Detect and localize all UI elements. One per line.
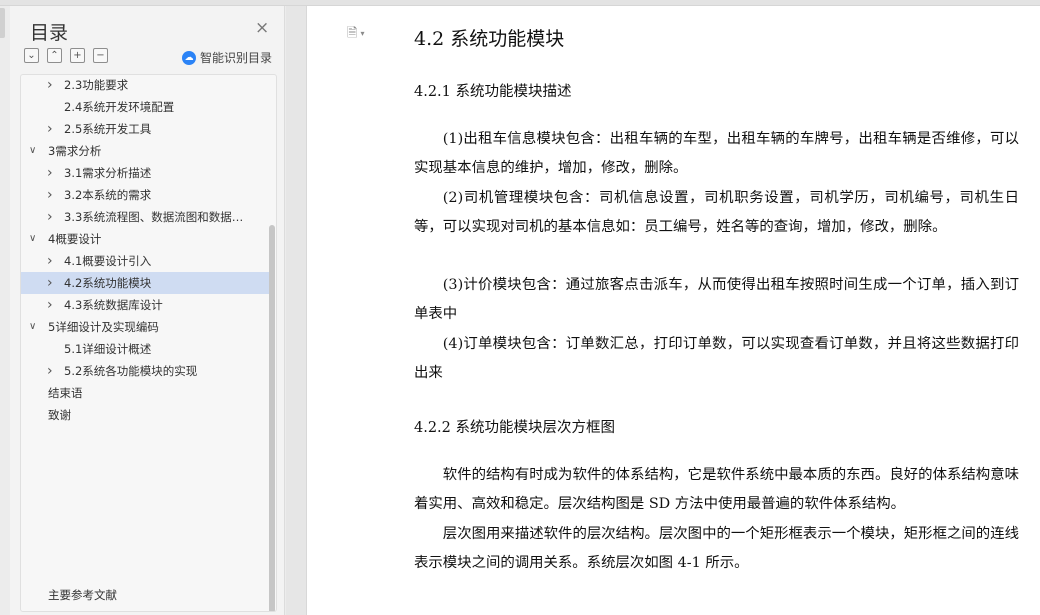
document-page: 🗎 ▾ 4.2 系统功能模块 4.2.1 系统功能模块描述 (1)出租车信息模块包… [306, 6, 1040, 615]
toc-item[interactable]: › 2.5系统开发工具 [21, 118, 269, 140]
toc-toolbar: ⌄ ⌃ + − [24, 48, 108, 64]
subsection-heading-1: 4.2.1 系统功能模块描述 [414, 84, 572, 100]
smart-toc-button[interactable]: ☁ 智能识别目录 [182, 49, 272, 66]
toc-item[interactable]: ∨ 4概要设计 [21, 228, 269, 250]
collapse-all-button[interactable]: ⌄ [24, 48, 39, 63]
toc-item[interactable]: 致谢 [21, 404, 269, 426]
sidebar-title: 目录 [30, 22, 69, 44]
toc-item-label: 3.1需求分析描述 [64, 166, 152, 180]
toc-item[interactable]: 5.1详细设计概述 [21, 338, 269, 360]
paragraph-6: 层次图用来描述软件的层次结构。层次图中的一个矩形框表示一个模块，矩形框之间的连线… [414, 526, 1019, 571]
toc-item-label: 5详细设计及实现编码 [48, 320, 159, 334]
toc-tree: › 2.3功能要求 2.4系统开发环境配置 › 2.5系统开发工具 ∨ 3需求分析 › 3.1需… [20, 74, 277, 612]
toc-item-label: 4.3系统数据库设计 [64, 298, 163, 312]
toc-item-label: 2.5系统开发工具 [64, 122, 152, 136]
toc-item[interactable]: 2.4系统开发环境配置 [21, 96, 269, 118]
toc-item[interactable]: › 3.1需求分析描述 [21, 162, 269, 184]
chevron-right-icon[interactable]: › [47, 184, 53, 206]
toc-item[interactable]: › 4.2系统功能模块 [21, 272, 269, 294]
remove-heading-button[interactable]: − [93, 48, 108, 63]
paragraph-3: (3)计价模块包含：通过旅客点击派车，从而使得出租车按照时间生成一个订单，插入到… [414, 277, 1019, 322]
chevron-right-icon[interactable]: › [47, 162, 53, 184]
chevron-right-icon[interactable]: › [47, 272, 53, 294]
toc-item[interactable]: › 4.1概要设计引入 [21, 250, 269, 272]
paragraph-5: 软件的结构有时成为软件的体系结构，它是软件系统中最本质的东西。良好的体系结构意味… [414, 467, 1019, 512]
toc-item-label: 3.3系统流程图、数据流图和数据… [64, 210, 244, 224]
toc-item-label: 5.1详细设计概述 [64, 342, 152, 356]
toc-sidebar: 目录 × ⌄ ⌃ + − ☁ 智能识别目录 › 2.3功能要求 2.4系统开发环境配… [10, 6, 285, 615]
toc-item[interactable]: › 4.3系统数据库设计 [21, 294, 269, 316]
page-gutter [286, 6, 306, 615]
chevron-right-icon[interactable]: › [47, 118, 53, 140]
paragraph-2: (2)司机管理模块包含：司机信息设置，司机职务设置，司机学历，司机编号，司机生日… [414, 190, 1019, 235]
toc-item[interactable]: › 5.2系统各功能模块的实现 [21, 360, 269, 382]
subsection-heading-2: 4.2.2 系统功能模块层次方框图 [414, 420, 616, 436]
toc-item[interactable]: ∨ 5详细设计及实现编码 [21, 316, 269, 338]
toc-list: › 2.3功能要求 2.4系统开发环境配置 › 2.5系统开发工具 ∨ 3需求分析 › 3.1需… [21, 75, 269, 426]
toc-item-label: 结束语 [48, 386, 83, 400]
section-heading: 4.2 系统功能模块 [414, 28, 565, 50]
toc-item-label: 4.2系统功能模块 [64, 276, 152, 290]
toc-item-label: 致谢 [48, 408, 71, 422]
toc-item-label: 2.3功能要求 [64, 78, 129, 92]
toc-item-label: 4概要设计 [48, 232, 102, 246]
chevron-right-icon[interactable]: › [47, 294, 53, 316]
add-heading-button[interactable]: + [70, 48, 85, 63]
toc-item-label: 4.1概要设计引入 [64, 254, 152, 268]
document-icon[interactable]: 🗎 ▾ [347, 24, 364, 46]
chevron-down-icon[interactable]: ∨ [29, 140, 36, 162]
chevron-down-icon[interactable]: ∨ [29, 316, 36, 338]
chevron-right-icon[interactable]: › [47, 206, 53, 228]
ai-cloud-icon: ☁ [182, 50, 196, 65]
toc-item[interactable]: ∨ 3需求分析 [21, 140, 269, 162]
toc-item-label: 2.4系统开发环境配置 [64, 100, 175, 114]
toc-item-label: 3需求分析 [48, 144, 102, 158]
expand-all-button[interactable]: ⌃ [47, 48, 62, 63]
chevron-right-icon[interactable]: › [47, 360, 53, 382]
chevron-down-icon[interactable]: ∨ [29, 228, 36, 250]
toc-item[interactable]: 结束语 [21, 382, 269, 404]
chevron-right-icon[interactable]: › [47, 75, 53, 96]
toc-scrollbar[interactable] [269, 225, 275, 611]
paragraph-1: (1)出租车信息模块包含：出租车辆的车型，出租车辆的车牌号，出租车辆是否维修，可… [414, 131, 1019, 176]
smart-toc-label: 智能识别目录 [200, 51, 273, 65]
chevron-down-icon: ▾ [360, 29, 365, 38]
paragraph-4: (4)订单模块包含：订单数汇总，打印订单数，可以实现查看订单数，并且将这些数据打… [414, 336, 1019, 381]
toc-item-references[interactable]: 主要参考文献 [48, 587, 117, 603]
chevron-right-icon[interactable]: › [47, 250, 53, 272]
toc-item[interactable]: › 3.2本系统的需求 [21, 184, 269, 206]
toc-item-label: 3.2本系统的需求 [64, 188, 152, 202]
toc-item[interactable]: › 3.3系统流程图、数据流图和数据… [21, 206, 269, 228]
toc-item-label: 5.2系统各功能模块的实现 [64, 364, 198, 378]
close-icon[interactable]: × [255, 18, 269, 38]
panel-edge-tab[interactable] [0, 8, 5, 38]
toc-item[interactable]: › 2.3功能要求 [21, 75, 269, 96]
